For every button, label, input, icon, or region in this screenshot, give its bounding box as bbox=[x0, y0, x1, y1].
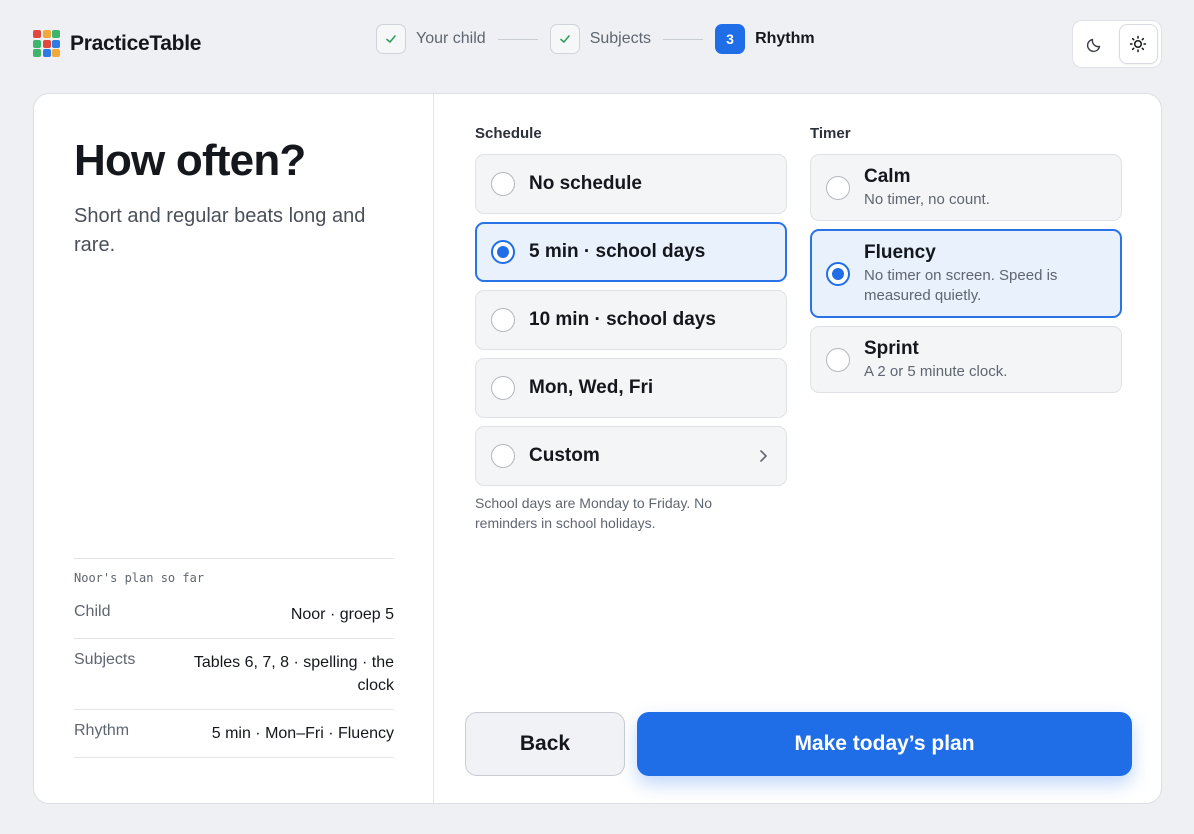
radio-selected-icon bbox=[826, 261, 850, 286]
chevron-right-icon bbox=[760, 450, 767, 462]
option-label: Mon, Wed, Fri bbox=[529, 377, 654, 398]
step-divider bbox=[497, 38, 538, 40]
summary-heading: Noor's plan so far bbox=[74, 571, 205, 585]
timer-option-sprint[interactable]: Sprint A 2 or 5 minute clock. bbox=[810, 326, 1122, 393]
plan-summary: Noor's plan so far Child Noor · groep 5 … bbox=[74, 558, 394, 758]
make-plan-button[interactable]: Make today’s plan bbox=[637, 712, 1132, 776]
option-label: Calm bbox=[864, 165, 911, 187]
back-button[interactable]: Back bbox=[465, 712, 625, 776]
intro-pane: How often? Short and regular beats long … bbox=[34, 94, 434, 803]
option-text: Calm No timer, no count. bbox=[864, 166, 990, 210]
timer-label: Timer bbox=[810, 125, 851, 142]
timer-option-calm[interactable]: Calm No timer, no count. bbox=[810, 154, 1122, 221]
summary-value: Noor · groep 5 bbox=[290, 606, 394, 623]
moon-icon bbox=[1087, 38, 1101, 53]
summary-row-subjects: Subjects Tables 6, 7, 8 · spelling · the… bbox=[74, 651, 394, 710]
option-label: Custom bbox=[529, 445, 600, 466]
option-label: Sprint bbox=[864, 337, 919, 359]
option-label: Fluency bbox=[864, 241, 936, 263]
brand-name: PracticeTable bbox=[70, 31, 202, 55]
step-your-child[interactable]: Your child bbox=[376, 24, 486, 54]
option-description: A 2 or 5 minute clock. bbox=[864, 362, 1008, 380]
option-label: No schedule bbox=[529, 173, 642, 194]
step-label: Rhythm bbox=[755, 30, 815, 47]
page-subtitle: Short and regular beats long and rare. bbox=[74, 205, 366, 256]
option-label: 10 min · school days bbox=[529, 309, 716, 330]
page-title: How often? bbox=[74, 136, 306, 185]
schedule-label: Schedule bbox=[475, 125, 542, 142]
stepper: Your child Subjects 3 Rhythm bbox=[376, 24, 815, 54]
check-icon bbox=[549, 24, 580, 54]
summary-row-rhythm: Rhythm 5 min · Mon–Fri · Fluency bbox=[74, 722, 394, 758]
logo[interactable]: PracticeTable bbox=[33, 30, 201, 57]
light-mode-button[interactable] bbox=[1118, 24, 1158, 64]
check-icon bbox=[376, 24, 406, 54]
dark-mode-button[interactable] bbox=[1076, 24, 1115, 64]
option-text: Fluency No timer on screen. Speed is mea… bbox=[864, 242, 1094, 306]
timer-option-fluency[interactable]: Fluency No timer on screen. Speed is mea… bbox=[810, 229, 1122, 318]
step-divider bbox=[663, 38, 704, 40]
radio-icon bbox=[491, 444, 515, 468]
radio-icon bbox=[491, 172, 515, 196]
schedule-note: School days are Monday to Friday. No rem… bbox=[475, 495, 713, 531]
rhythm-card: How often? Short and regular beats long … bbox=[33, 93, 1162, 804]
radio-icon bbox=[826, 175, 850, 200]
radio-icon bbox=[826, 347, 850, 372]
step-rhythm[interactable]: 3 Rhythm bbox=[715, 24, 815, 54]
option-text: Sprint A 2 or 5 minute clock. bbox=[864, 338, 1007, 382]
step-label: Your child bbox=[416, 30, 486, 47]
option-description: No timer on screen. Speed is measured qu… bbox=[864, 266, 1058, 304]
theme-toggle bbox=[1072, 20, 1162, 68]
schedule-option-custom[interactable]: Custom bbox=[475, 426, 787, 486]
summary-value: Tables 6, 7, 8 · spelling · the clock bbox=[193, 654, 394, 694]
radio-icon bbox=[491, 376, 515, 400]
summary-key: Subjects bbox=[74, 651, 136, 668]
logo-mark-icon bbox=[33, 30, 60, 57]
radio-selected-icon bbox=[491, 240, 515, 264]
step-label: Subjects bbox=[589, 30, 652, 47]
sun-icon bbox=[1130, 35, 1147, 53]
schedule-option-none[interactable]: No schedule bbox=[475, 154, 787, 214]
summary-key: Child bbox=[74, 603, 111, 620]
schedule-option-mwf[interactable]: Mon, Wed, Fri bbox=[475, 358, 787, 418]
summary-key: Rhythm bbox=[74, 722, 130, 739]
radio-icon bbox=[491, 308, 515, 332]
step-subjects[interactable]: Subjects bbox=[549, 24, 652, 54]
summary-row-child: Child Noor · groep 5 bbox=[74, 603, 394, 639]
schedule-option-5min[interactable]: 5 min · school days bbox=[475, 222, 787, 282]
option-description: No timer, no count. bbox=[864, 190, 990, 208]
schedule-option-10min[interactable]: 10 min · school days bbox=[475, 290, 787, 350]
summary-value: 5 min · Mon–Fri · Fluency bbox=[211, 725, 394, 742]
option-label: 5 min · school days bbox=[529, 241, 706, 262]
step-number-badge: 3 bbox=[715, 24, 746, 54]
